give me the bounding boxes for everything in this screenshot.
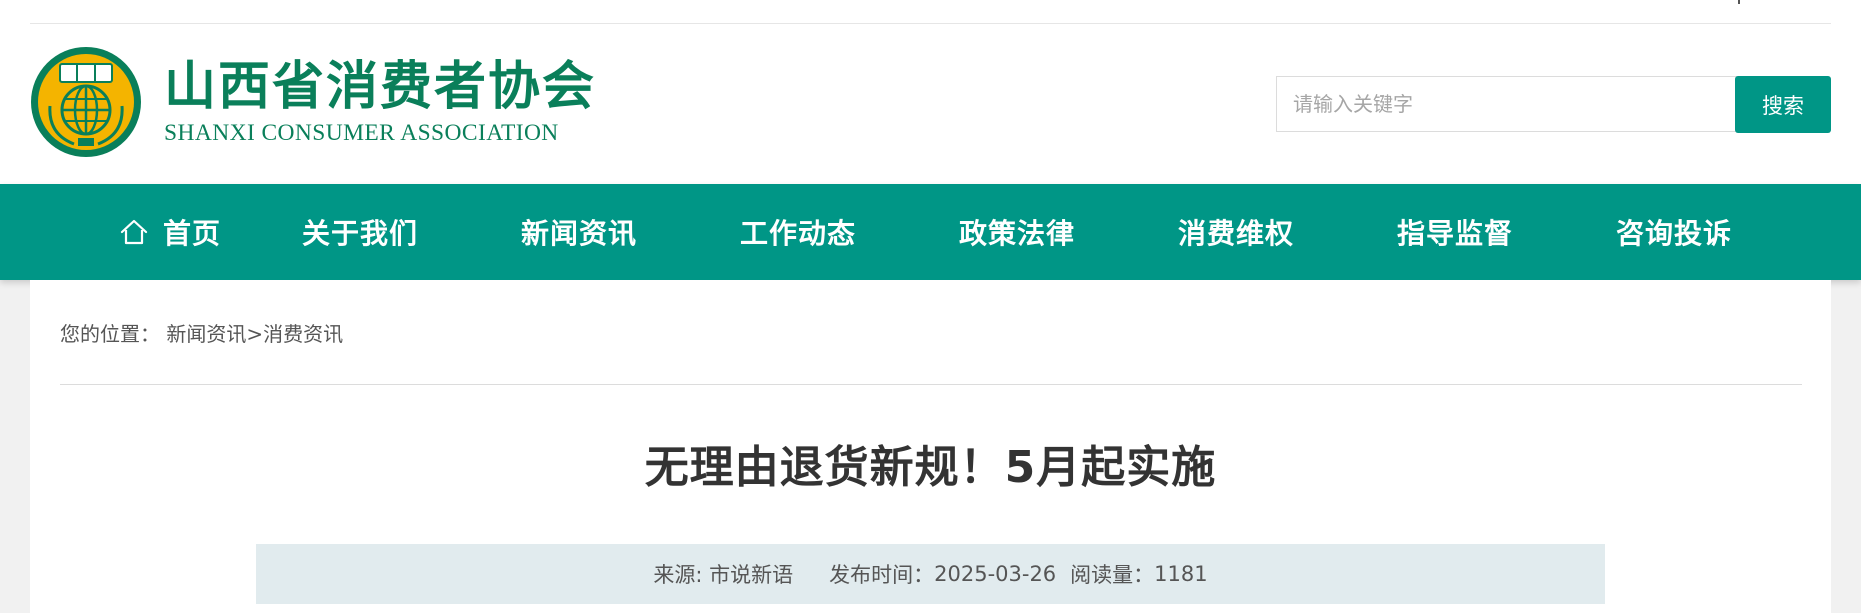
header-top-divider (30, 23, 1831, 24)
nav-item-supervision[interactable]: 指导监督 (1345, 184, 1565, 280)
logo-title-en: SHANXI CONSUMER ASSOCIATION (164, 120, 559, 146)
logo-title-cn: 山西省消费者协会 (164, 57, 597, 117)
meta-source-label: 来源: (653, 563, 710, 587)
nav-item-work[interactable]: 工作动态 (688, 184, 908, 280)
article-title: 无理由退货新规！5月起实施 (644, 442, 1217, 493)
meta-date: 2025-03-26 (934, 562, 1057, 586)
search-input[interactable] (1276, 76, 1737, 132)
logo-text: 山西省消费者协会 SHANXI CONSUMER ASSOCIATION (164, 57, 596, 147)
meta-date-label: 发布时间： (829, 563, 935, 587)
meta-views-label: 阅读量： (1070, 563, 1155, 587)
breadcrumb-link-current[interactable]: 消费资讯 (263, 322, 343, 346)
main-nav: 首页 关于我们 新闻资讯 工作动态 政策法律 消费维权 指导监督 咨询投诉 (0, 184, 1861, 280)
breadcrumb-prefix: 您的位置： (60, 322, 160, 346)
nav-item-rights[interactable]: 消费维权 (1126, 184, 1346, 280)
breadcrumb-separator: > (246, 322, 264, 346)
nav-item-home[interactable]: 首页 (60, 184, 280, 280)
meta-views: 1181 (1154, 562, 1208, 586)
search-button[interactable]: 搜索 (1735, 76, 1831, 133)
site-logo[interactable]: 山西省消费者协会 SHANXI CONSUMER ASSOCIATION (30, 46, 596, 158)
breadcrumb: 您的位置： 新闻资讯>消费资讯 (60, 318, 343, 347)
nav-item-complaint[interactable]: 咨询投诉 (1564, 184, 1784, 280)
breadcrumb-divider (60, 384, 1802, 385)
breadcrumb-link-news[interactable]: 新闻资讯 (166, 322, 246, 346)
article-meta: 来源: 市说新语 发布时间： 2025-03-26 阅读量： 1181 (256, 544, 1605, 604)
home-icon (120, 219, 148, 245)
nav-label-home: 首页 (162, 217, 221, 250)
top-edge-mark (1738, 0, 1740, 4)
nav-item-policy[interactable]: 政策法律 (907, 184, 1127, 280)
article-panel: 您的位置： 新闻资讯>消费资讯 无理由退货新规！5月起实施 来源: 市说新语 发… (30, 280, 1831, 613)
meta-source: 市说新语 (709, 563, 794, 587)
consumer-association-emblem-icon (31, 47, 141, 157)
nav-item-news[interactable]: 新闻资讯 (469, 184, 689, 280)
nav-item-about[interactable]: 关于我们 (250, 184, 470, 280)
